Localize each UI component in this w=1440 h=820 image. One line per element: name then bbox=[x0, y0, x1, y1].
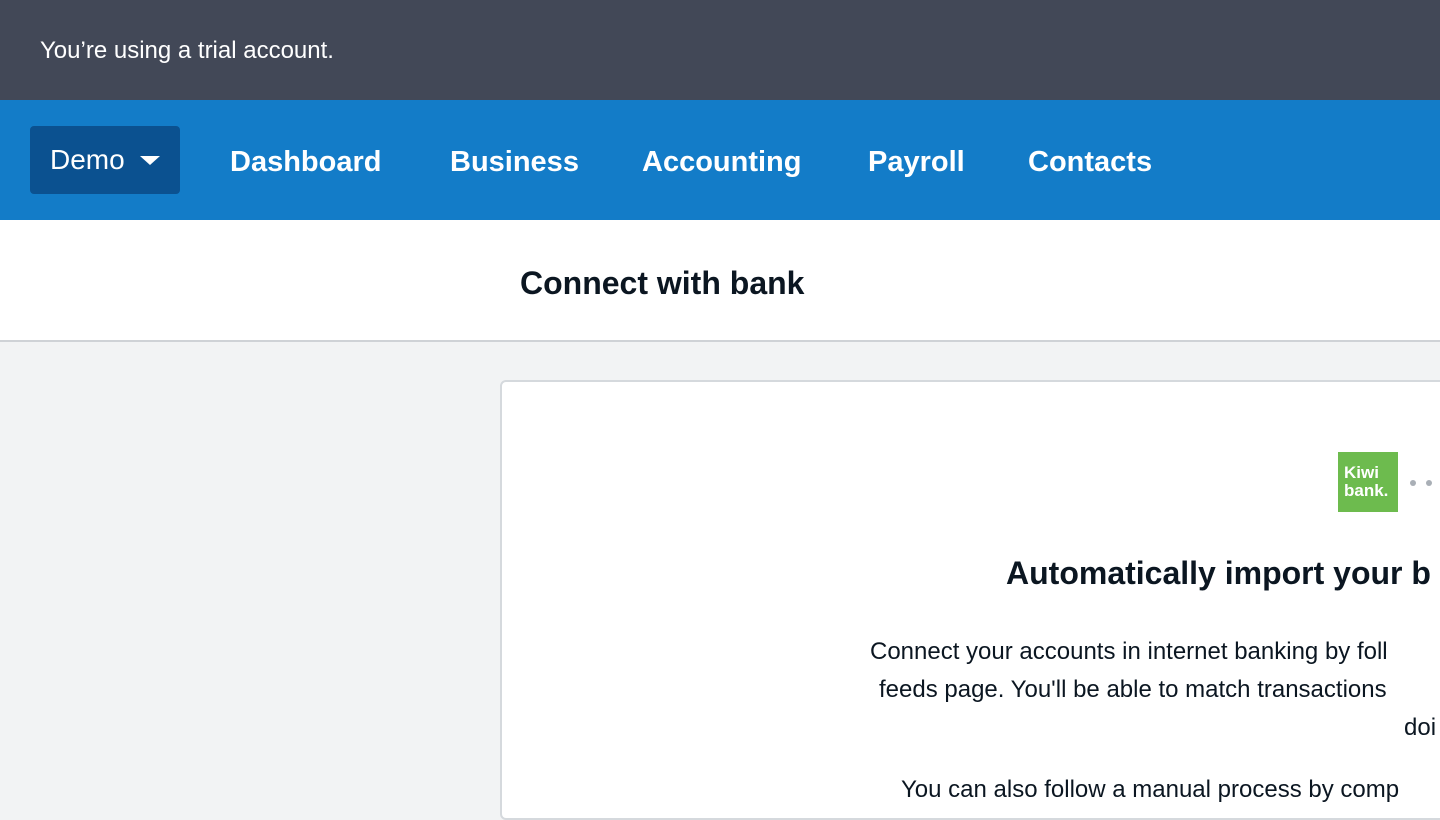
nav-item-business[interactable]: Business bbox=[450, 145, 579, 179]
card-paragraph-line: feeds page. You'll be able to match tran… bbox=[879, 676, 1387, 703]
nav-item-accounting[interactable]: Accounting bbox=[642, 145, 802, 179]
connector-dot bbox=[1410, 480, 1416, 486]
top-navigation: Demo Dashboard Business Accounting Payro… bbox=[0, 100, 1440, 220]
kiwibank-logo-line2: bank. bbox=[1344, 481, 1389, 500]
nav-item-dashboard[interactable]: Dashboard bbox=[230, 145, 381, 179]
connect-bank-card: Kiwi bank. Automatically import your b C… bbox=[500, 380, 1440, 820]
page-header: Connect with bank bbox=[0, 220, 1440, 342]
card-paragraph-line: Connect your accounts in internet bankin… bbox=[870, 638, 1388, 665]
page-title: Connect with bank bbox=[520, 265, 805, 301]
nav-item-payroll[interactable]: Payroll bbox=[868, 145, 965, 179]
nav-item-contacts[interactable]: Contacts bbox=[1028, 145, 1152, 179]
organisation-switcher-button[interactable]: Demo bbox=[30, 126, 180, 194]
card-second-paragraph: You can also follow a manual process by … bbox=[901, 776, 1400, 803]
kiwibank-logo-line1: Kiwi bbox=[1344, 463, 1379, 482]
card-paragraph-line: doi bbox=[1404, 714, 1437, 741]
kiwibank-logo: Kiwi bank. bbox=[1338, 452, 1398, 512]
card-heading: Automatically import your b bbox=[1006, 555, 1431, 591]
trial-banner-text: You’re using a trial account. bbox=[40, 37, 334, 64]
trial-banner: You’re using a trial account. bbox=[0, 0, 1440, 100]
organisation-name: Demo bbox=[50, 144, 125, 175]
connector-dot bbox=[1426, 480, 1432, 486]
caret-down-icon bbox=[140, 156, 160, 165]
